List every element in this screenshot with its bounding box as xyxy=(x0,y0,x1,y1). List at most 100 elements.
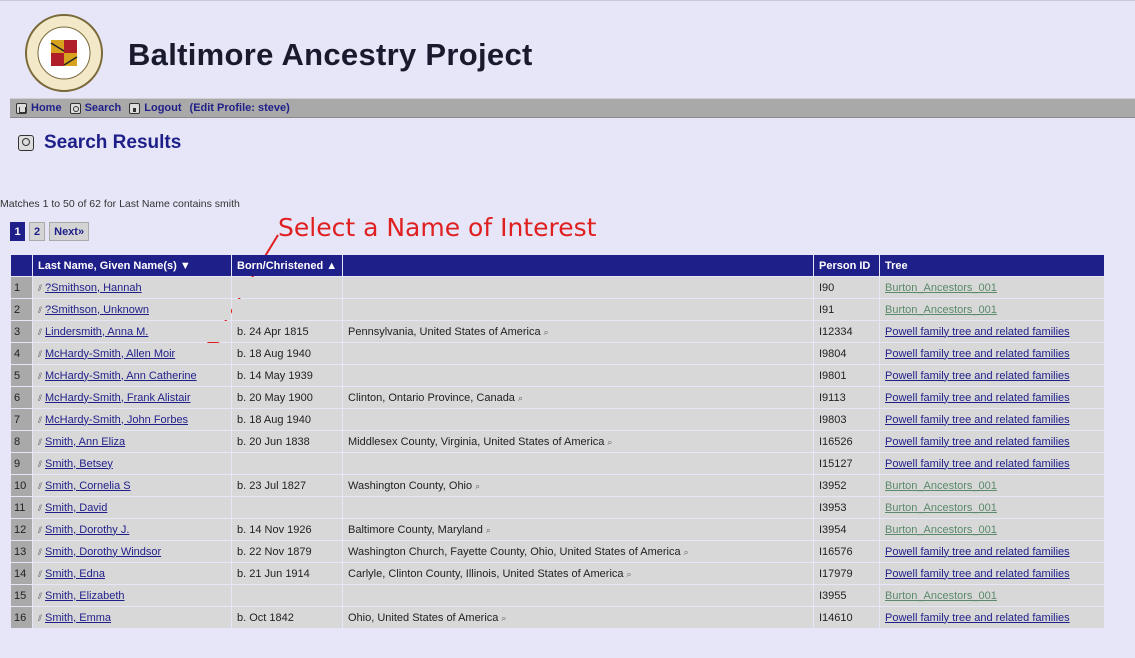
family-chart-icon[interactable]: ⫽ xyxy=(38,613,42,623)
nav-home[interactable]: Home xyxy=(16,102,62,114)
nav-search[interactable]: Search xyxy=(69,102,122,114)
row-number: 1 xyxy=(11,277,32,298)
col-header-name[interactable]: Last Name, Given Name(s) ▼ xyxy=(33,255,231,276)
person-name-link[interactable]: Smith, David xyxy=(45,502,107,514)
pagination: 1 2 Next» xyxy=(10,222,90,241)
family-chart-icon[interactable]: ⫽ xyxy=(38,349,42,359)
tree-link[interactable]: Powell family tree and related families xyxy=(885,568,1070,580)
family-chart-icon[interactable]: ⫽ xyxy=(38,283,42,293)
family-chart-icon[interactable]: ⫽ xyxy=(38,547,42,557)
place-search-icon[interactable]: ⌕ xyxy=(518,393,523,403)
place-search-icon[interactable]: ⌕ xyxy=(627,569,632,579)
tree-link[interactable]: Powell family tree and related families xyxy=(885,326,1070,338)
place-search-icon[interactable]: ⌕ xyxy=(501,613,506,623)
family-chart-icon[interactable]: ⫽ xyxy=(38,415,42,425)
name-cell: ⫽ Smith, Elizabeth xyxy=(33,585,231,606)
family-chart-icon[interactable]: ⫽ xyxy=(38,569,42,579)
person-name-link[interactable]: Smith, Cornelia S xyxy=(45,480,131,492)
family-chart-icon[interactable]: ⫽ xyxy=(38,371,42,381)
next-page-button[interactable]: Next» xyxy=(49,222,90,241)
born-cell: b. 14 Nov 1926 xyxy=(232,519,342,540)
person-name-link[interactable]: Lindersmith, Anna M. xyxy=(45,326,148,338)
place-search-icon[interactable]: ⌕ xyxy=(607,437,612,447)
place-search-icon[interactable]: ⌕ xyxy=(544,327,549,337)
table-row: 6 ⫽ McHardy-Smith, Frank Alistair b. 20 May… xyxy=(11,387,1104,408)
tree-cell: Powell family tree and related families xyxy=(880,563,1104,584)
born-cell xyxy=(232,585,342,606)
family-chart-icon[interactable]: ⫽ xyxy=(38,305,42,315)
born-cell: b. 20 May 1900 xyxy=(232,387,342,408)
born-cell: b. 18 Aug 1940 xyxy=(232,409,342,430)
name-cell: ⫽ Smith, David xyxy=(33,497,231,518)
place-search-icon[interactable]: ⌕ xyxy=(475,481,480,491)
tree-link[interactable]: Powell family tree and related families xyxy=(885,546,1070,558)
tree-link[interactable]: Burton_Ancestors_001 xyxy=(885,480,997,492)
nav-edit-profile[interactable]: (Edit Profile: steve) xyxy=(190,102,290,114)
page-1-button[interactable]: 1 xyxy=(10,222,25,241)
place-cell: Washington Church, Fayette County, Ohio,… xyxy=(343,541,813,562)
home-icon xyxy=(16,102,27,114)
tree-link[interactable]: Burton_Ancestors_001 xyxy=(885,524,997,536)
tree-link[interactable]: Powell family tree and related families xyxy=(885,370,1070,382)
person-name-link[interactable]: McHardy-Smith, John Forbes xyxy=(45,414,188,426)
name-cell: ⫽ ?Smithson, Hannah xyxy=(33,277,231,298)
family-chart-icon[interactable]: ⫽ xyxy=(38,437,42,447)
table-row: 5 ⫽ McHardy-Smith, Ann Catherine b. 14 May … xyxy=(11,365,1104,386)
table-row: 14 ⫽ Smith, Edna b. 21 Jun 1914 Carlyle, Cli… xyxy=(11,563,1104,584)
tree-cell: Burton_Ancestors_001 xyxy=(880,585,1104,606)
person-name-link[interactable]: McHardy-Smith, Allen Moir xyxy=(45,348,175,360)
tree-link[interactable]: Powell family tree and related families xyxy=(885,458,1070,470)
person-name-link[interactable]: ?Smithson, Hannah xyxy=(45,282,142,294)
nav-home-label[interactable]: Home xyxy=(31,102,62,114)
family-chart-icon[interactable]: ⫽ xyxy=(38,591,42,601)
col-header-born[interactable]: Born/Christened ▲ xyxy=(232,255,342,276)
family-chart-icon[interactable]: ⫽ xyxy=(38,393,42,403)
search-icon xyxy=(69,102,81,114)
family-chart-icon[interactable]: ⫽ xyxy=(38,503,42,513)
person-name-link[interactable]: McHardy-Smith, Frank Alistair xyxy=(45,392,190,404)
nav-logout[interactable]: Logout xyxy=(129,102,182,114)
tree-link[interactable]: Burton_Ancestors_001 xyxy=(885,282,997,294)
tree-link[interactable]: Burton_Ancestors_001 xyxy=(885,590,997,602)
person-name-link[interactable]: Smith, Edna xyxy=(45,568,105,580)
nav-logout-label[interactable]: Logout xyxy=(144,102,181,114)
person-name-link[interactable]: Smith, Dorothy Windsor xyxy=(45,546,161,558)
person-id-cell: I3953 xyxy=(814,497,879,518)
person-name-link[interactable]: Smith, Dorothy J. xyxy=(45,524,129,536)
table-header-row: Last Name, Given Name(s) ▼ Born/Christen… xyxy=(11,255,1104,276)
place-search-icon[interactable]: ⌕ xyxy=(684,547,689,557)
born-cell: b. 21 Jun 1914 xyxy=(232,563,342,584)
born-cell: b. 23 Jul 1827 xyxy=(232,475,342,496)
page-heading-text: Search Results xyxy=(44,132,182,153)
person-name-link[interactable]: Smith, Emma xyxy=(45,612,111,624)
society-seal-logo[interactable] xyxy=(24,13,104,93)
nav-search-label[interactable]: Search xyxy=(85,102,122,114)
family-chart-icon[interactable]: ⫽ xyxy=(38,327,42,337)
family-chart-icon[interactable]: ⫽ xyxy=(38,481,42,491)
tree-link[interactable]: Powell family tree and related families xyxy=(885,436,1070,448)
place-cell: Carlyle, Clinton County, Illinois, Unite… xyxy=(343,563,813,584)
person-id-cell: I91 xyxy=(814,299,879,320)
tree-link[interactable]: Powell family tree and related families xyxy=(885,348,1070,360)
place-search-icon[interactable]: ⌕ xyxy=(486,525,491,535)
page-2-button[interactable]: 2 xyxy=(29,222,46,241)
tree-link[interactable]: Burton_Ancestors_001 xyxy=(885,502,997,514)
person-name-link[interactable]: ?Smithson, Unknown xyxy=(45,304,149,316)
born-cell: b. 14 May 1939 xyxy=(232,365,342,386)
family-chart-icon[interactable]: ⫽ xyxy=(38,525,42,535)
family-chart-icon[interactable]: ⫽ xyxy=(38,459,42,469)
tree-link[interactable]: Powell family tree and related families xyxy=(885,414,1070,426)
person-name-link[interactable]: Smith, Ann Eliza xyxy=(45,436,125,448)
tree-link[interactable]: Powell family tree and related families xyxy=(885,392,1070,404)
person-name-link[interactable]: McHardy-Smith, Ann Catherine xyxy=(45,370,197,382)
person-name-link[interactable]: Smith, Betsey xyxy=(45,458,113,470)
tree-link[interactable]: Powell family tree and related families xyxy=(885,612,1070,624)
name-cell: ⫽ McHardy-Smith, Allen Moir xyxy=(33,343,231,364)
person-id-cell: I3954 xyxy=(814,519,879,540)
place-cell: Middlesex County, Virginia, United State… xyxy=(343,431,813,452)
tree-link[interactable]: Burton_Ancestors_001 xyxy=(885,304,997,316)
born-cell: b. 20 Jun 1838 xyxy=(232,431,342,452)
person-name-link[interactable]: Smith, Elizabeth xyxy=(45,590,124,602)
place-cell xyxy=(343,299,813,320)
place-cell xyxy=(343,453,813,474)
